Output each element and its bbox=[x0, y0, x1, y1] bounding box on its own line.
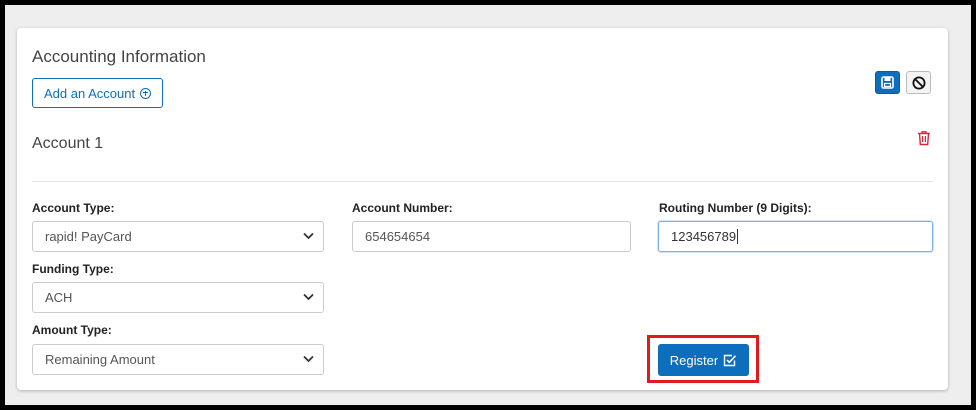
routing-number-input[interactable]: 123456789 bbox=[658, 221, 933, 252]
funding-type-value: ACH bbox=[45, 290, 73, 305]
chevron-down-icon bbox=[303, 232, 314, 240]
chevron-down-icon bbox=[303, 293, 314, 301]
funding-type-select[interactable]: ACH bbox=[32, 282, 324, 313]
routing-number-label: Routing Number (9 Digits): bbox=[659, 201, 812, 215]
account-title: Account 1 bbox=[32, 135, 104, 152]
add-account-button[interactable]: Add an Account bbox=[32, 78, 164, 108]
amount-type-value: Remaining Amount bbox=[45, 352, 155, 367]
account-number-input[interactable]: 654654654 bbox=[352, 221, 631, 252]
register-button[interactable]: Register bbox=[658, 344, 749, 376]
divider bbox=[32, 181, 933, 182]
cancel-icon bbox=[912, 76, 925, 89]
plus-circle-icon bbox=[140, 87, 152, 99]
amount-type-select[interactable]: Remaining Amount bbox=[32, 344, 324, 375]
save-button[interactable] bbox=[875, 71, 900, 94]
funding-type-label: Funding Type: bbox=[32, 262, 114, 276]
account-type-value: rapid! PayCard bbox=[45, 229, 132, 244]
delete-account-button[interactable] bbox=[917, 130, 931, 151]
trash-icon bbox=[918, 131, 930, 146]
amount-type-label: Amount Type: bbox=[32, 323, 112, 337]
edit-checkbox-icon bbox=[724, 354, 737, 366]
text-caret bbox=[737, 229, 739, 244]
account-number-label: Account Number: bbox=[352, 201, 453, 215]
save-icon bbox=[881, 76, 894, 89]
routing-number-value: 123456789 bbox=[671, 229, 737, 244]
register-label: Register bbox=[669, 352, 719, 368]
chevron-down-icon bbox=[303, 355, 314, 363]
screenshot-frame: Accounting Information Add an Account Ac… bbox=[0, 0, 976, 410]
accounting-card: Accounting Information Add an Account Ac… bbox=[17, 28, 948, 390]
section-title: Accounting Information bbox=[32, 47, 206, 66]
cancel-button[interactable] bbox=[906, 71, 931, 94]
account-type-label: Account Type: bbox=[32, 201, 115, 215]
account-type-select[interactable]: rapid! PayCard bbox=[32, 221, 324, 252]
add-account-label: Add an Account bbox=[44, 85, 136, 101]
account-number-value: 654654654 bbox=[365, 229, 431, 244]
